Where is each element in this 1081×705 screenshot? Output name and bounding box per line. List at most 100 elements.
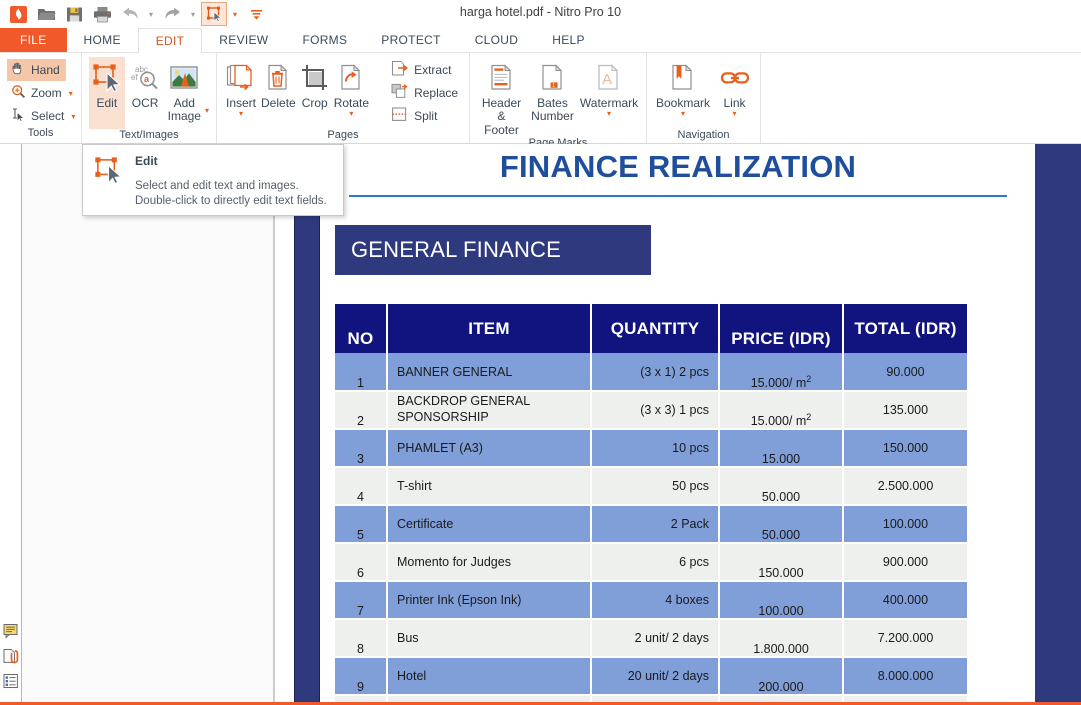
- tab-cloud[interactable]: CLOUD: [458, 28, 536, 52]
- tab-help[interactable]: HELP: [535, 28, 602, 52]
- insert-dropdown-caret-icon[interactable]: ▾: [239, 110, 243, 118]
- add-image-button[interactable]: Add Image: [166, 57, 203, 129]
- tab-file[interactable]: FILE: [0, 28, 67, 52]
- link-dropdown-caret-icon[interactable]: ▾: [733, 110, 737, 118]
- table-row: 3 PHAMLET (A3) 10 pcs 15.000 150.000: [335, 429, 967, 468]
- bookmarks-icon[interactable]: [2, 672, 20, 690]
- ribbon-group-text-images: Edit abc ef a OCR Add Image ▾ Text/Image…: [82, 53, 217, 143]
- add-image-button-label-1: Add: [173, 96, 195, 110]
- cell-no: 8: [335, 619, 388, 658]
- cell-total: 150.000: [843, 429, 967, 468]
- navigation-pane-bar: [0, 144, 22, 702]
- zoom-tool-button[interactable]: Zoom ▾: [7, 82, 79, 104]
- watermark-icon: A: [596, 61, 622, 95]
- cell-price: 150.000: [719, 543, 844, 582]
- header-footer-button[interactable]: Header & Footer: [477, 57, 526, 137]
- hand-icon: [11, 61, 26, 79]
- cell-item: Hotel: [387, 657, 592, 696]
- tab-review[interactable]: REVIEW: [202, 28, 285, 52]
- add-image-dropdown-caret-icon[interactable]: ▾: [205, 106, 209, 129]
- cell-quantity: 6 pcs: [591, 543, 720, 582]
- link-icon: [720, 61, 750, 95]
- bookmark-button[interactable]: Bookmark ▾: [654, 57, 712, 129]
- cell-total: 135.000: [843, 391, 967, 430]
- tab-forms[interactable]: FORMS: [285, 28, 364, 52]
- extract-pages-button[interactable]: Extract: [387, 59, 462, 82]
- edit-tool-tooltip: Edit Select and edit text and images. Do…: [82, 144, 344, 216]
- ocr-button[interactable]: abc ef a OCR: [127, 57, 164, 129]
- crop-pages-button[interactable]: Crop: [299, 57, 331, 129]
- page-thumbnail-pane[interactable]: [22, 144, 274, 702]
- table-row: 8 Bus 2 unit/ 2 days 1.800.000 7.200.000: [335, 619, 967, 658]
- insert-pages-button[interactable]: Insert ▾: [224, 57, 258, 129]
- undo-dropdown-caret-icon[interactable]: ▾: [145, 2, 157, 26]
- cell-quantity: 80 ppl/ 2 days: [591, 695, 720, 702]
- print-icon[interactable]: [89, 2, 115, 26]
- ribbon-filler: [761, 53, 1081, 143]
- document-view[interactable]: FINANCE REALIZATION GENERAL FINANCE NO I…: [274, 144, 1081, 702]
- bates-number-icon: 1: [540, 61, 566, 95]
- save-icon[interactable]: [61, 2, 87, 26]
- header-footer-icon: [489, 61, 515, 95]
- cell-no: 9: [335, 657, 388, 696]
- select-dropdown-caret-icon[interactable]: ▾: [71, 112, 75, 121]
- crop-icon: [301, 61, 329, 95]
- magnifier-icon: [11, 84, 26, 102]
- table-row: 7 Printer Ink (Epson Ink) 4 boxes 100.000 40…: [335, 581, 967, 620]
- ribbon-group-label-navigation: Navigation: [677, 129, 730, 141]
- select-dropdown-caret-icon[interactable]: ▾: [229, 2, 241, 26]
- rotate-pages-button[interactable]: Rotate ▾: [332, 57, 371, 129]
- cell-total: 900.000: [843, 543, 967, 582]
- comments-icon[interactable]: [2, 622, 20, 640]
- bates-number-button[interactable]: 1 Bates Number: [528, 57, 577, 129]
- cell-item: Printer Ink (Epson Ink): [387, 581, 592, 620]
- redo-icon[interactable]: [159, 2, 185, 26]
- cell-item: Momento for Judges: [387, 543, 592, 582]
- link-button[interactable]: Link ▾: [716, 57, 753, 129]
- tab-home[interactable]: HOME: [67, 28, 138, 52]
- zoom-dropdown-caret-icon[interactable]: ▾: [69, 89, 73, 98]
- tab-edit[interactable]: EDIT: [137, 28, 203, 53]
- edit-button[interactable]: Edit: [89, 57, 125, 129]
- rotate-dropdown-caret-icon[interactable]: ▾: [349, 110, 353, 118]
- cell-item: Consumption (Lunch – Dinner: [387, 695, 592, 702]
- cell-quantity: (3 x 1) 2 pcs: [591, 353, 720, 392]
- cell-quantity: 4 boxes: [591, 581, 720, 620]
- attachments-icon[interactable]: [2, 647, 20, 665]
- replace-pages-button[interactable]: Replace: [387, 82, 462, 105]
- cell-item: Bus: [387, 619, 592, 658]
- cell-quantity: 2 unit/ 2 days: [591, 619, 720, 658]
- watermark-button[interactable]: A Watermark ▾: [579, 57, 639, 129]
- page-decoration-left-bar: [294, 144, 320, 702]
- tooltip-body: Edit Select and edit text and images. Do…: [135, 154, 327, 207]
- replace-label: Replace: [414, 86, 459, 100]
- undo-icon[interactable]: [117, 2, 143, 26]
- pdf-page[interactable]: FINANCE REALIZATION GENERAL FINANCE NO I…: [274, 144, 1081, 702]
- cell-price: 50.000: [719, 505, 844, 544]
- hand-tool-label: Hand: [31, 63, 60, 77]
- bookmark-dropdown-caret-icon[interactable]: ▾: [681, 110, 685, 118]
- cell-item: BANNER GENERAL: [387, 353, 592, 392]
- cell-total: 400.000: [843, 581, 967, 620]
- cell-price: 50.000: [719, 467, 844, 506]
- open-icon[interactable]: [33, 2, 59, 26]
- cell-total: 7.200.000: [843, 619, 967, 658]
- cell-total: 100.000: [843, 505, 967, 544]
- cell-price: 200.000: [719, 657, 844, 696]
- hand-tool-button[interactable]: Hand: [7, 59, 66, 81]
- redo-dropdown-caret-icon[interactable]: ▾: [187, 2, 199, 26]
- bookmark-label: Bookmark: [656, 96, 711, 110]
- select-tool-button[interactable]: Select ▾: [7, 105, 81, 127]
- table-row: 2 BACKDROP GENERAL SPONSORSHIP (3 x 3) 1 pc…: [335, 391, 967, 430]
- delete-pages-button[interactable]: Delete: [259, 57, 298, 129]
- svg-text:A: A: [602, 71, 612, 88]
- table-row: 1 BANNER GENERAL (3 x 1) 2 pcs 15.000/ m2 90…: [335, 353, 967, 392]
- nitro-logo-icon[interactable]: [5, 2, 31, 26]
- watermark-dropdown-caret-icon[interactable]: ▾: [607, 110, 611, 118]
- select-tool-icon[interactable]: [201, 2, 227, 26]
- ribbon-group-label-pages: Pages: [327, 129, 359, 141]
- table-row: 10Consumption (Lunch – Dinner80 ppl/ 2 d…: [335, 695, 967, 702]
- tab-protect[interactable]: PROTECT: [364, 28, 457, 52]
- customize-qat-icon[interactable]: [243, 2, 269, 26]
- split-pages-button[interactable]: Split: [387, 105, 462, 128]
